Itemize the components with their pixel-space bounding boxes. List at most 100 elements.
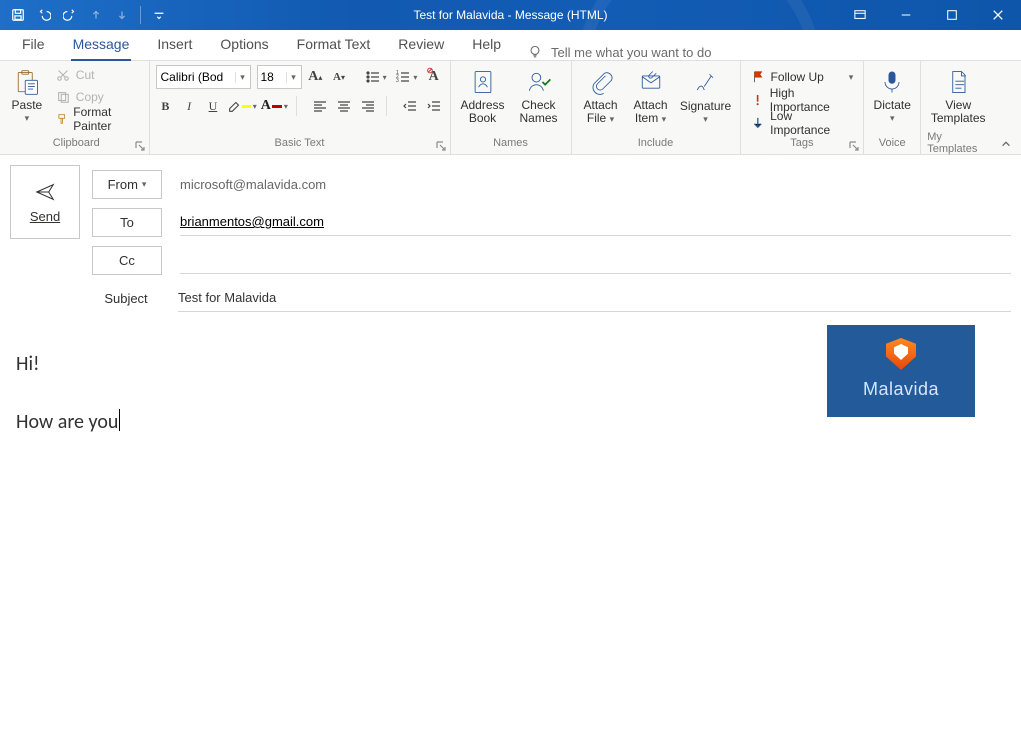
undo-icon[interactable] xyxy=(32,3,56,27)
align-center-button[interactable] xyxy=(334,95,354,117)
cc-field[interactable] xyxy=(180,246,1011,274)
collapse-ribbon-button[interactable] xyxy=(995,138,1017,150)
from-value: microsoft@malavida.com xyxy=(180,171,1011,198)
underline-button[interactable]: U xyxy=(203,95,223,117)
attach-file-button[interactable]: AttachFile ▾ xyxy=(578,65,624,126)
increase-indent-button[interactable] xyxy=(424,95,444,117)
paste-button[interactable]: Paste ▾ xyxy=(10,65,44,124)
minimize-icon[interactable] xyxy=(883,0,929,30)
to-field[interactable]: brianmentos@gmail.com xyxy=(180,208,1011,236)
flag-icon xyxy=(751,70,765,84)
tell-me-search[interactable]: Tell me what you want to do xyxy=(527,44,711,60)
font-size-combo[interactable]: ▾ xyxy=(257,65,302,89)
tab-review[interactable]: Review xyxy=(384,30,458,60)
down-arrow-icon xyxy=(751,116,765,130)
low-importance-button[interactable]: Low Importance xyxy=(747,113,858,133)
decrease-indent-button[interactable] xyxy=(400,95,420,117)
tab-message[interactable]: Message xyxy=(59,30,144,60)
paste-label: Paste xyxy=(12,99,43,112)
send-button[interactable]: Send xyxy=(10,165,80,239)
signature-icon xyxy=(692,69,720,97)
align-left-button[interactable] xyxy=(310,95,330,117)
font-name-input[interactable] xyxy=(157,67,235,87)
message-body[interactable]: Hi! How are you Malavida xyxy=(10,317,1011,729)
check-names-button[interactable]: CheckNames xyxy=(513,65,565,125)
group-tags: Follow Up ▾ High Importance Low Importan… xyxy=(741,61,865,154)
signature-button[interactable]: Signature ▾ xyxy=(678,66,734,125)
attach-item-button[interactable]: AttachItem ▾ xyxy=(628,65,674,126)
recipient-chip[interactable]: brianmentos@gmail.com xyxy=(180,214,324,229)
dictate-button[interactable]: Dictate ▾ xyxy=(870,65,914,124)
low-importance-label: Low Importance xyxy=(770,109,853,137)
ribbon-display-options-icon[interactable] xyxy=(837,0,883,30)
svg-text:3: 3 xyxy=(396,78,399,84)
bullets-button[interactable]: ▾ xyxy=(362,66,389,88)
tab-help[interactable]: Help xyxy=(458,30,515,60)
chevron-up-icon xyxy=(1000,138,1012,150)
view-templates-label: ViewTemplates xyxy=(931,99,986,125)
highlight-color-button[interactable]: ▾ xyxy=(227,95,257,117)
tell-me-label: Tell me what you want to do xyxy=(551,45,711,60)
embedded-image[interactable]: Malavida xyxy=(827,325,975,417)
to-button[interactable]: To xyxy=(92,208,162,237)
font-name-combo[interactable]: ▾ xyxy=(156,65,251,89)
italic-button[interactable]: I xyxy=(179,95,199,117)
font-color-button[interactable]: A▾ xyxy=(261,95,288,117)
ribbon-tabstrip: File Message Insert Options Format Text … xyxy=(0,30,1021,61)
paintbrush-icon xyxy=(56,112,68,126)
ribbon: Paste ▾ Cut Copy Format Painter Clipboar… xyxy=(0,61,1021,155)
group-names: AddressBook CheckNames Names xyxy=(451,61,572,154)
microphone-icon xyxy=(878,68,906,96)
chevron-down-icon[interactable]: ▾ xyxy=(235,72,250,83)
shrink-font-button[interactable]: A▾ xyxy=(329,66,349,88)
tab-file[interactable]: File xyxy=(8,30,59,60)
paperclip-icon xyxy=(587,68,615,96)
dialog-launcher-icon[interactable] xyxy=(849,140,859,150)
group-clipboard: Paste ▾ Cut Copy Format Painter Clipboar… xyxy=(4,61,150,154)
quick-access-toolbar xyxy=(0,0,171,30)
bullets-icon xyxy=(365,69,381,85)
follow-up-button[interactable]: Follow Up ▾ xyxy=(747,67,858,87)
close-icon[interactable] xyxy=(975,0,1021,30)
tab-insert[interactable]: Insert xyxy=(143,30,206,60)
scissors-icon xyxy=(56,68,70,82)
from-button[interactable]: From▾ xyxy=(92,170,162,199)
check-names-label: CheckNames xyxy=(519,99,557,125)
maximize-icon[interactable] xyxy=(929,0,975,30)
font-size-input[interactable] xyxy=(258,67,286,87)
format-painter-button[interactable]: Format Painter xyxy=(52,109,143,129)
cc-button[interactable]: Cc xyxy=(92,246,162,275)
align-right-button[interactable] xyxy=(358,95,378,117)
check-names-icon xyxy=(525,68,553,96)
group-basic-text: ▾ ▾ A▴ A▾ ▾ 123▾ A⊘ B I U xyxy=(150,61,451,154)
numbering-button[interactable]: 123▾ xyxy=(393,66,420,88)
qat-customize-icon[interactable] xyxy=(147,3,171,27)
redo-icon[interactable] xyxy=(58,3,82,27)
lightbulb-icon xyxy=(527,44,543,60)
group-label: My Templates xyxy=(927,134,989,154)
save-icon[interactable] xyxy=(6,3,30,27)
high-importance-button[interactable]: High Importance xyxy=(747,90,858,110)
bold-button[interactable]: B xyxy=(156,95,176,117)
copy-label: Copy xyxy=(76,90,104,104)
dialog-launcher-icon[interactable] xyxy=(135,140,145,150)
group-label: Basic Text xyxy=(156,134,444,154)
align-left-icon xyxy=(312,98,328,114)
qat-down-icon xyxy=(110,3,134,27)
signature-label: Signature xyxy=(680,99,731,113)
chevron-down-icon[interactable]: ▾ xyxy=(286,72,301,83)
tab-options[interactable]: Options xyxy=(206,30,282,60)
view-templates-button[interactable]: ViewTemplates xyxy=(927,65,989,125)
group-label: Include xyxy=(578,134,734,154)
dialog-launcher-icon[interactable] xyxy=(436,140,446,150)
grow-font-button[interactable]: A▴ xyxy=(306,66,326,88)
send-label: Send xyxy=(30,209,60,224)
subject-field[interactable]: Test for Malavida xyxy=(178,284,1011,312)
clear-formatting-button[interactable]: A⊘ xyxy=(424,66,444,88)
paste-icon xyxy=(13,68,41,96)
tab-format-text[interactable]: Format Text xyxy=(283,30,385,60)
address-book-button[interactable]: AddressBook xyxy=(457,65,509,125)
qat-up-icon xyxy=(84,3,108,27)
window-controls xyxy=(837,0,1021,30)
numbering-icon: 123 xyxy=(395,69,411,85)
